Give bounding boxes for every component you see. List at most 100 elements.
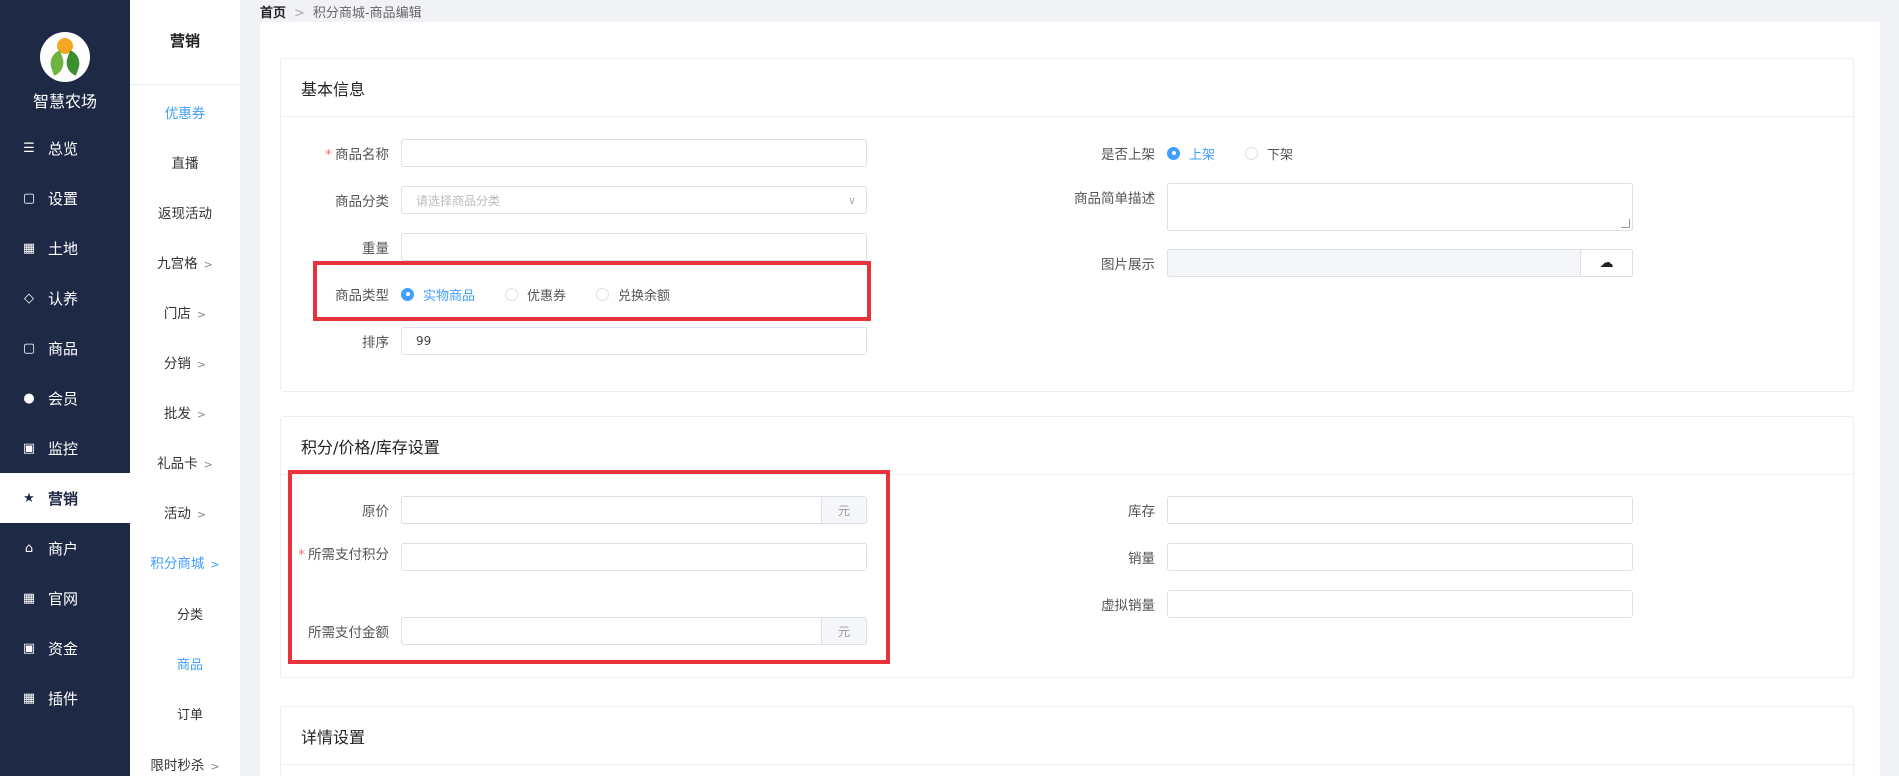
bag-icon: ▢ <box>22 340 36 356</box>
nav-item-label: 插件 <box>48 689 79 708</box>
basic-info-card: 基本信息 * 商品名称 商品分类 请选择商品分类 ∨ 重量 商品类型 实物商品 优惠… <box>280 58 1854 392</box>
required-mark: * <box>325 147 332 163</box>
nav-item-label: 土地 <box>48 239 79 258</box>
form-row-virtual-sales: 虚拟销量 <box>1057 590 1633 618</box>
radio-on-shelf[interactable]: 上架 <box>1167 144 1215 163</box>
chevron-right-icon: > <box>196 308 207 321</box>
sidebar-item-distribution[interactable]: 分销 > <box>130 352 240 372</box>
cloud-upload-icon[interactable]: ☁ <box>1580 250 1632 276</box>
nav-item[interactable]: ▣ 监控 <box>0 423 130 473</box>
card-title: 基本信息 <box>281 59 1853 117</box>
nav-item[interactable]: ● 会员 <box>0 373 130 423</box>
form-row-description: 商品简单描述 <box>1057 183 1633 231</box>
category-select[interactable]: 请选择商品分类 ∨ <box>401 186 867 214</box>
nav-item-label: 总览 <box>48 139 79 158</box>
form-row-stock: 库存 <box>1057 496 1633 524</box>
sidebar-subitem-category[interactable]: 分类 <box>130 604 240 623</box>
sidebar-item-live[interactable]: 直播 <box>130 152 240 172</box>
sort-input[interactable]: 99 <box>401 327 867 355</box>
virtual-sales-input[interactable] <box>1167 590 1633 618</box>
form-row-sales: 销量 <box>1057 543 1633 571</box>
nav-item-label: 商户 <box>48 539 79 558</box>
sidebar-subitem-orders[interactable]: 订单 <box>130 704 240 723</box>
weight-label: 重量 <box>362 241 389 257</box>
nav-item[interactable]: ◇ 认养 <box>0 273 130 323</box>
detail-card: 详情设置 <box>280 706 1854 776</box>
form-row-goods-name: * 商品名称 <box>291 139 867 167</box>
nav-item-label: 官网 <box>48 589 79 608</box>
category-label: 商品分类 <box>335 194 389 210</box>
nav-item[interactable]: ☰ 总览 <box>0 123 130 173</box>
sidebar-item-points-mall[interactable]: 积分商城 > <box>130 552 240 572</box>
sort-label: 排序 <box>362 335 389 351</box>
nav-item[interactable]: ⌂ 商户 <box>0 523 130 573</box>
form-row-image: 图片展示 ☁ <box>1057 249 1633 277</box>
store-icon: ⌂ <box>24 540 34 556</box>
on-shelf-label: 是否上架 <box>1101 147 1155 163</box>
sales-input[interactable] <box>1167 543 1633 571</box>
nav-item[interactable]: ▦ 官网 <box>0 573 130 623</box>
nav-item[interactable]: ▢ 设置 <box>0 173 130 223</box>
nav-item-label: 认养 <box>48 289 79 308</box>
highlight-box <box>313 261 871 321</box>
breadcrumb-home[interactable]: 首页 <box>260 6 286 21</box>
stock-input[interactable] <box>1167 496 1633 524</box>
grid-icon: ▦ <box>22 690 36 706</box>
radio-off-shelf[interactable]: 下架 <box>1245 144 1293 163</box>
divider <box>130 84 240 85</box>
description-textarea[interactable] <box>1167 183 1633 231</box>
sidebar-item-cashback[interactable]: 返现活动 <box>130 202 240 222</box>
chevron-down-icon: ∨ <box>847 193 856 207</box>
nav-item-label: 设置 <box>48 189 79 208</box>
nav-item[interactable]: ▦ 土地 <box>0 223 130 273</box>
stock-label: 库存 <box>1128 504 1155 520</box>
form-row-sort: 排序 99 <box>291 327 867 355</box>
highlight-box <box>288 470 890 664</box>
chevron-right-icon: > <box>196 358 207 371</box>
form-row-on-shelf: 是否上架 上架 下架 <box>1057 139 1323 167</box>
nav-item[interactable]: ▣ 资金 <box>0 623 130 673</box>
chevron-right-icon: > <box>196 508 207 521</box>
sidebar-item-store[interactable]: 门店 > <box>130 302 240 322</box>
description-label: 商品简单描述 <box>1074 191 1155 207</box>
breadcrumb-current: 积分商城-商品编辑 <box>312 6 422 21</box>
nav-item-label: 会员 <box>48 389 79 408</box>
form-row-category: 商品分类 请选择商品分类 ∨ <box>291 186 867 214</box>
breadcrumb: 首页 > 积分商城-商品编辑 <box>260 2 422 21</box>
star-icon: ★ <box>23 490 35 506</box>
nav-item[interactable]: ★ 营销 <box>0 473 130 523</box>
weight-input[interactable] <box>401 233 867 261</box>
sidebar-subitem-goods[interactable]: 商品 <box>130 654 240 673</box>
sales-label: 销量 <box>1128 551 1155 567</box>
nav-item-label: 资金 <box>48 639 79 658</box>
sidebar-item-activity[interactable]: 活动 > <box>130 502 240 522</box>
nav-item[interactable]: ▢ 商品 <box>0 323 130 373</box>
breadcrumb-separator: > <box>294 6 305 21</box>
nav-item-label: 监控 <box>48 439 79 458</box>
goods-name-input[interactable] <box>401 139 867 167</box>
app-name: 智慧农场 <box>32 92 97 111</box>
diamond-icon: ◇ <box>24 290 34 306</box>
image-label: 图片展示 <box>1101 257 1155 273</box>
chevron-right-icon: > <box>203 458 213 471</box>
image-upload-field: ☁ <box>1167 249 1633 277</box>
sidebar-item-wholesale[interactable]: 批发 > <box>130 402 240 422</box>
grid-icon: ▦ <box>22 590 36 606</box>
image-path-input[interactable] <box>1168 250 1580 276</box>
sidebar-item-flash-sale[interactable]: 限时秒杀 > <box>130 754 240 774</box>
bag-icon: ▢ <box>22 190 36 206</box>
camera-icon: ▣ <box>22 440 36 456</box>
form-row-weight: 重量 <box>291 233 867 261</box>
sidebar-item-coupon[interactable]: 优惠券 <box>130 102 240 122</box>
nav-item[interactable]: ▦ 插件 <box>0 673 130 723</box>
chevron-right-icon: > <box>203 258 213 271</box>
card-title: 积分/价格/库存设置 <box>281 417 1853 475</box>
logo: 智慧农场 <box>0 0 130 115</box>
money-icon: ▣ <box>22 640 36 656</box>
nav-item-label: 营销 <box>48 489 79 508</box>
primary-sidebar: 智慧农场 ☰ 总览 ▢ 设置 ▦ 土地 ◇ 认养 ▢ 商品 ● 会员 ▣ 监控 ★ 营销 ⌂ 商户 ▦ 官网 ▣ 资金 ▦ 插… <box>0 0 130 776</box>
sidebar-item-gift-card[interactable]: 礼品卡 > <box>130 452 240 472</box>
sidebar-item-nine-grid[interactable]: 九宫格 > <box>130 252 240 272</box>
sliders-icon: ☰ <box>23 140 35 156</box>
chevron-right-icon: > <box>210 760 220 773</box>
